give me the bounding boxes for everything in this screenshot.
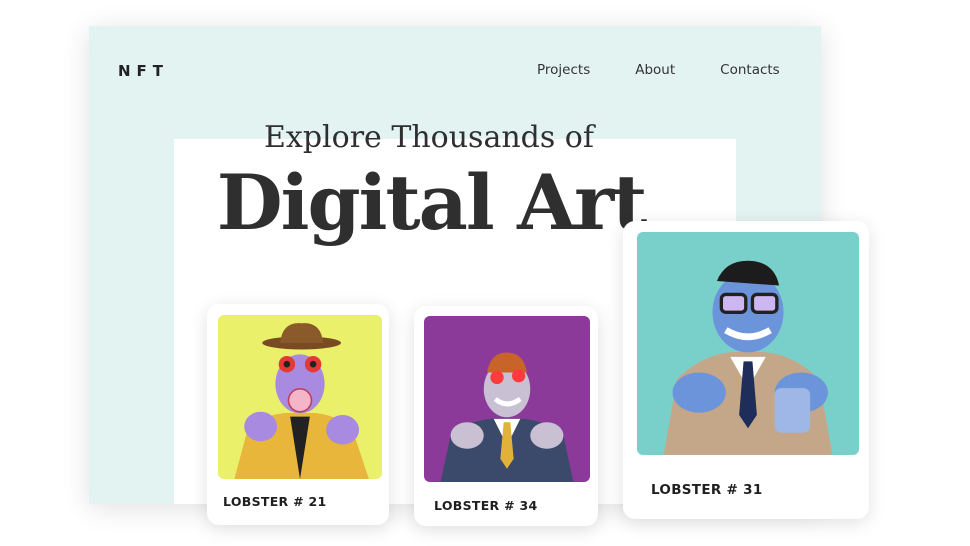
hero-title: Digital Art xyxy=(216,158,648,247)
nft-card-title: LOBSTER # 34 xyxy=(434,498,538,513)
nft-card-title: LOBSTER # 21 xyxy=(223,494,327,509)
nft-card-title: LOBSTER # 31 xyxy=(651,482,763,498)
nav-item-contacts[interactable]: Contacts xyxy=(720,62,780,78)
hero-subtitle: Explore Thousands of xyxy=(264,120,594,155)
nft-artwork-image xyxy=(424,316,590,482)
nft-card-lobster-34[interactable]: LOBSTER # 34 xyxy=(414,306,598,526)
nav-item-about[interactable]: About xyxy=(635,62,675,78)
main-nav: Projects About Contacts xyxy=(537,62,825,78)
nft-artwork-image xyxy=(637,232,859,455)
nft-card-lobster-21[interactable]: LOBSTER # 21 xyxy=(207,304,389,525)
nft-card-lobster-31[interactable]: LOBSTER # 31 xyxy=(623,221,869,519)
logo[interactable]: NFT xyxy=(118,62,169,80)
nft-artwork-image xyxy=(218,315,382,479)
nav-item-projects[interactable]: Projects xyxy=(537,62,590,78)
